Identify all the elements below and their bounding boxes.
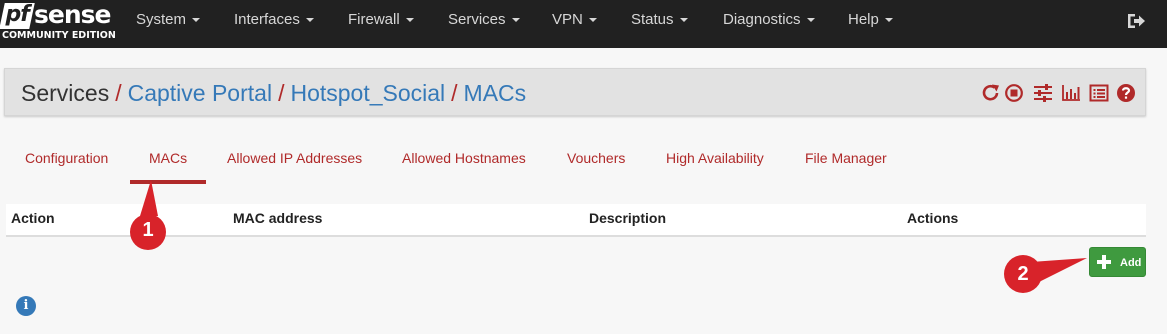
page-header-panel: Services / Captive Portal / Hotspot_Social / M… <box>4 68 1146 116</box>
breadcrumb-separator: / <box>278 80 285 106</box>
caret-down-icon <box>806 18 815 23</box>
tab-vouchers[interactable]: Vouchers <box>567 150 625 166</box>
column-header-description: Description <box>589 210 667 226</box>
reload-icon[interactable] <box>981 83 1001 103</box>
nav-vpn[interactable]: VPN <box>552 0 597 40</box>
sliders-icon[interactable] <box>1033 83 1053 103</box>
nav-firewall[interactable]: Firewall <box>348 0 414 40</box>
stop-circle-icon[interactable] <box>1004 83 1024 103</box>
pfsense-logo[interactable]: pf sense COMMUNITY EDITION <box>0 0 116 46</box>
plus-icon <box>1097 255 1111 269</box>
breadcrumb-separator: / <box>451 80 458 106</box>
caret-down-icon <box>192 18 201 23</box>
bar-chart-icon[interactable] <box>1061 83 1081 103</box>
add-button-label: Add <box>1120 257 1142 269</box>
nav-help[interactable]: Help <box>848 0 893 40</box>
column-header-mac-address: MAC address <box>233 210 323 226</box>
sign-out-icon[interactable] <box>1126 12 1146 30</box>
logo-name: sense <box>34 0 111 29</box>
macs-table <box>6 204 1146 237</box>
question-circle-icon[interactable] <box>1116 83 1136 103</box>
caret-down-icon <box>511 18 520 23</box>
tab-allowed-ip-addresses[interactable]: Allowed IP Addresses <box>227 150 362 166</box>
annotation-number-2: 2 <box>1017 263 1029 285</box>
tab-macs[interactable]: MACs <box>149 150 187 166</box>
logo-mark: pf <box>0 2 35 29</box>
tab-configuration[interactable]: Configuration <box>25 150 108 166</box>
caret-down-icon <box>305 18 314 23</box>
header-icon-group <box>981 83 1136 105</box>
tab-file-manager[interactable]: File Manager <box>805 150 887 166</box>
tab-allowed-hostnames[interactable]: Allowed Hostnames <box>402 150 526 166</box>
nav-interfaces[interactable]: Interfaces <box>234 0 314 40</box>
add-button[interactable]: Add <box>1089 247 1146 277</box>
logo-edition: COMMUNITY EDITION <box>2 30 116 41</box>
breadcrumb-zone[interactable]: Hotspot_Social <box>290 80 445 106</box>
caret-down-icon <box>679 18 688 23</box>
caret-down-icon <box>405 18 414 23</box>
breadcrumb-root: Services <box>21 80 110 106</box>
breadcrumb-separator: / <box>115 80 122 106</box>
breadcrumb: Services / Captive Portal / Hotspot_Social / M… <box>21 80 526 106</box>
caret-down-icon <box>884 18 893 23</box>
annotation-number-1: 1 <box>142 219 154 241</box>
nav-diagnostics[interactable]: Diagnostics <box>723 0 815 40</box>
nav-system[interactable]: System <box>136 0 201 40</box>
top-navbar: pf sense COMMUNITY EDITION System Interf… <box>0 0 1167 48</box>
nav-status[interactable]: Status <box>631 0 688 40</box>
caret-down-icon <box>588 18 597 23</box>
column-header-actions: Actions <box>907 210 959 226</box>
nav-services[interactable]: Services <box>448 0 520 40</box>
tab-high-availability[interactable]: High Availability <box>666 150 764 166</box>
breadcrumb-captive-portal[interactable]: Captive Portal <box>128 80 272 106</box>
breadcrumb-macs[interactable]: MACs <box>464 80 527 106</box>
column-header-action: Action <box>11 210 55 226</box>
list-icon[interactable] <box>1089 83 1109 103</box>
info-circle-icon[interactable]: i <box>16 296 36 316</box>
